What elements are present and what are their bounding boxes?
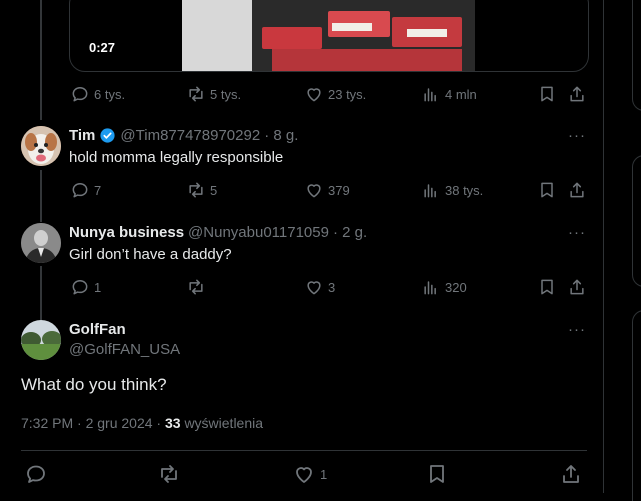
more-options-icon[interactable]: ··· [568, 224, 586, 241]
avatar[interactable] [21, 126, 61, 166]
author-name[interactable]: Tim [69, 127, 95, 144]
portrait-avatar-image [21, 223, 61, 263]
author-handle[interactable]: @Tim877478970292 [120, 127, 260, 144]
video-duration: 0:27 [89, 40, 116, 55]
reply-text: Girl don’t have a daddy? [69, 246, 232, 263]
reply-action[interactable]: 1 [70, 277, 101, 297]
views-count: 38 tys. [445, 182, 484, 198]
author-handle[interactable]: @Nunyabu01171059 [188, 224, 329, 241]
like-count: 1 [320, 466, 328, 482]
like-count: 3 [328, 279, 336, 295]
heart-icon [307, 184, 321, 198]
views-count: 320 [445, 279, 467, 295]
bookmark-icon[interactable] [537, 277, 557, 297]
thread-line [40, 170, 42, 222]
tweet-timestamp[interactable]: 7:32 PM · 2 gru 2024 · [21, 415, 165, 431]
thread-line [40, 0, 42, 120]
reply-header: Nunya business @Nunyabu01171059 · 2 g. [69, 224, 367, 241]
tweet-text: What do you think? [21, 375, 167, 394]
author-name[interactable]: Nunya business [69, 224, 184, 241]
repost-action[interactable]: 5 [186, 180, 217, 200]
product-box [332, 23, 372, 31]
post-time[interactable]: · 2 g. [333, 224, 367, 241]
repost-icon [189, 279, 203, 295]
product-box [407, 29, 447, 37]
views-action[interactable]: 320 [421, 277, 467, 297]
reply-icon [72, 280, 88, 295]
views-action[interactable]: 4 mln [421, 84, 477, 104]
video-wall [182, 0, 252, 71]
sidebar-card-edge [632, 310, 641, 501]
video-frame [182, 0, 475, 71]
dog-avatar-image [21, 126, 61, 166]
share-icon[interactable] [559, 462, 583, 486]
thread-line [40, 266, 42, 320]
reply-icon[interactable] [24, 462, 48, 486]
sidebar-card-edge [632, 155, 641, 287]
repost-icon[interactable] [157, 462, 181, 486]
reply-action[interactable]: 6 tys. [70, 84, 125, 104]
like-action[interactable]: 23 tys. [304, 84, 366, 104]
author-name[interactable]: GolfFan [69, 321, 126, 338]
avatar[interactable] [21, 223, 61, 263]
views-label: wyświetlenia [184, 415, 264, 431]
avatar[interactable] [21, 320, 61, 360]
views-number: 33 [164, 415, 181, 431]
more-options-icon[interactable]: ··· [568, 321, 586, 338]
tweet-meta: 7:32 PM · 2 gru 2024 · 33 wyświetlenia [21, 415, 263, 431]
like-action[interactable]: 3 [304, 277, 335, 297]
golf-course-avatar-image [21, 320, 61, 360]
repost-action[interactable]: 5 tys. [186, 84, 241, 104]
repost-icon [189, 86, 203, 102]
video-card[interactable]: 0:27 [69, 0, 589, 72]
reply-count: 6 tys. [94, 86, 126, 102]
like-action[interactable]: 1 [292, 462, 327, 486]
bookmark-icon[interactable] [425, 462, 449, 486]
repost-count: 5 tys. [210, 86, 242, 102]
more-options-icon[interactable]: ··· [568, 127, 586, 144]
heart-icon [307, 88, 321, 102]
like-count: 23 tys. [328, 86, 367, 102]
views-action[interactable]: 38 tys. [421, 180, 483, 200]
views-icon [424, 184, 436, 198]
heart-icon [307, 281, 321, 295]
reply-count: 7 [94, 182, 102, 198]
bookmark-icon[interactable] [537, 180, 557, 200]
divider [21, 450, 587, 451]
product-box [262, 27, 322, 49]
reply-icon [72, 183, 88, 198]
views-count: 4 mln [445, 86, 477, 102]
like-count: 379 [328, 182, 350, 198]
sidebar-card-edge [632, 0, 641, 111]
heart-icon [296, 467, 312, 483]
like-action[interactable]: 379 [304, 180, 350, 200]
share-icon[interactable] [567, 277, 587, 297]
views-icon [424, 88, 436, 102]
reply-count: 1 [94, 279, 102, 295]
bookmark-icon[interactable] [537, 84, 557, 104]
post-time[interactable]: · 8 g. [264, 127, 298, 144]
share-icon[interactable] [567, 84, 587, 104]
column-border [603, 0, 604, 493]
reply-icon [72, 87, 88, 102]
share-icon[interactable] [567, 180, 587, 200]
reply-header: Tim @Tim877478970292 · 8 g. [69, 127, 298, 144]
product-box [272, 49, 462, 71]
reply-action[interactable]: 7 [70, 180, 101, 200]
author-handle[interactable]: @GolfFAN_USA [69, 341, 180, 358]
repost-count: 5 [210, 182, 218, 198]
repost-icon [189, 182, 203, 198]
views-icon [424, 281, 436, 295]
verified-badge-icon [100, 128, 115, 143]
repost-action[interactable] [186, 277, 210, 297]
reply-text: hold momma legally responsible [69, 149, 284, 166]
